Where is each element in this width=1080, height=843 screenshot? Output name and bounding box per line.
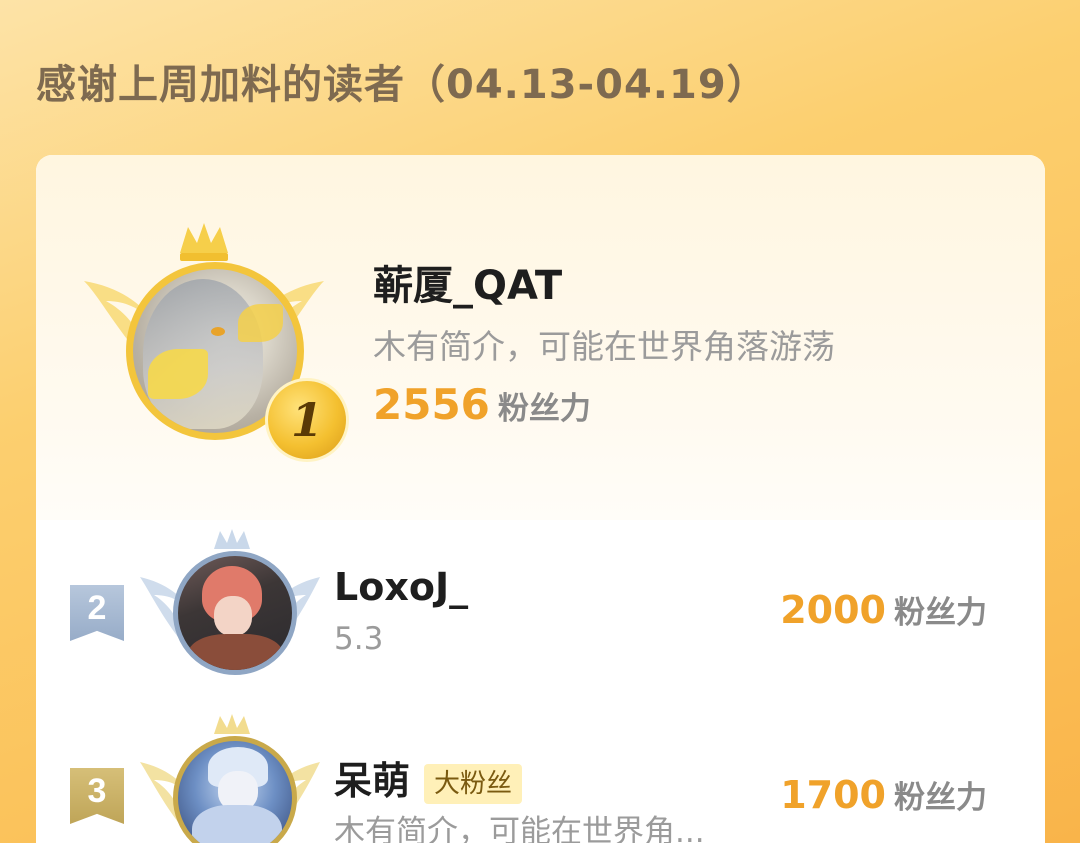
score-unit: 粉丝力 [894,780,987,816]
score-value: 1700 [780,773,886,817]
score-value: 2556 [373,380,490,429]
score-unit: 粉丝力 [497,391,591,427]
leaderboard-row[interactable]: 3 呆萌 大粉丝 木有简介，可能在世界角... 1700 粉丝力 [36,710,1045,843]
user-name[interactable]: 蕲厦_QAT [373,253,562,311]
rank-3-tag: 3 [70,768,124,824]
user-name[interactable]: LoxoJ_ [334,565,468,609]
page-title: 感谢上周加料的读者（04.13-04.19） [36,62,768,108]
user-bio: 木有简介，可能在世界角... [334,814,705,843]
leaderboard-card: 1 蕲厦_QAT 木有简介，可能在世界角落游荡 2556 粉丝力 2 LoxoJ_… [36,155,1045,843]
score-value: 2000 [780,588,886,632]
rank-2-tag: 2 [70,585,124,641]
avatar[interactable] [173,551,297,675]
fan-power-score: 2000 粉丝力 [780,587,987,632]
user-name[interactable]: 呆萌 大粉丝 [334,750,523,805]
leaderboard-top-entry[interactable]: 1 蕲厦_QAT 木有简介，可能在世界角落游荡 2556 粉丝力 [36,155,1045,520]
score-unit: 粉丝力 [894,595,987,631]
fan-power-score: 2556 粉丝力 [373,380,591,429]
user-bio: 木有简介，可能在世界角落游荡 [373,327,835,366]
big-fan-badge: 大粉丝 [424,763,523,804]
user-name-text: 呆萌 [334,759,411,803]
fan-power-score: 1700 粉丝力 [780,772,987,817]
rank-1-medal-icon: 1 [265,378,349,462]
leaderboard-row[interactable]: 2 LoxoJ_ 5.3 2000 粉丝力 [36,525,1045,695]
user-bio: 5.3 [334,621,384,657]
